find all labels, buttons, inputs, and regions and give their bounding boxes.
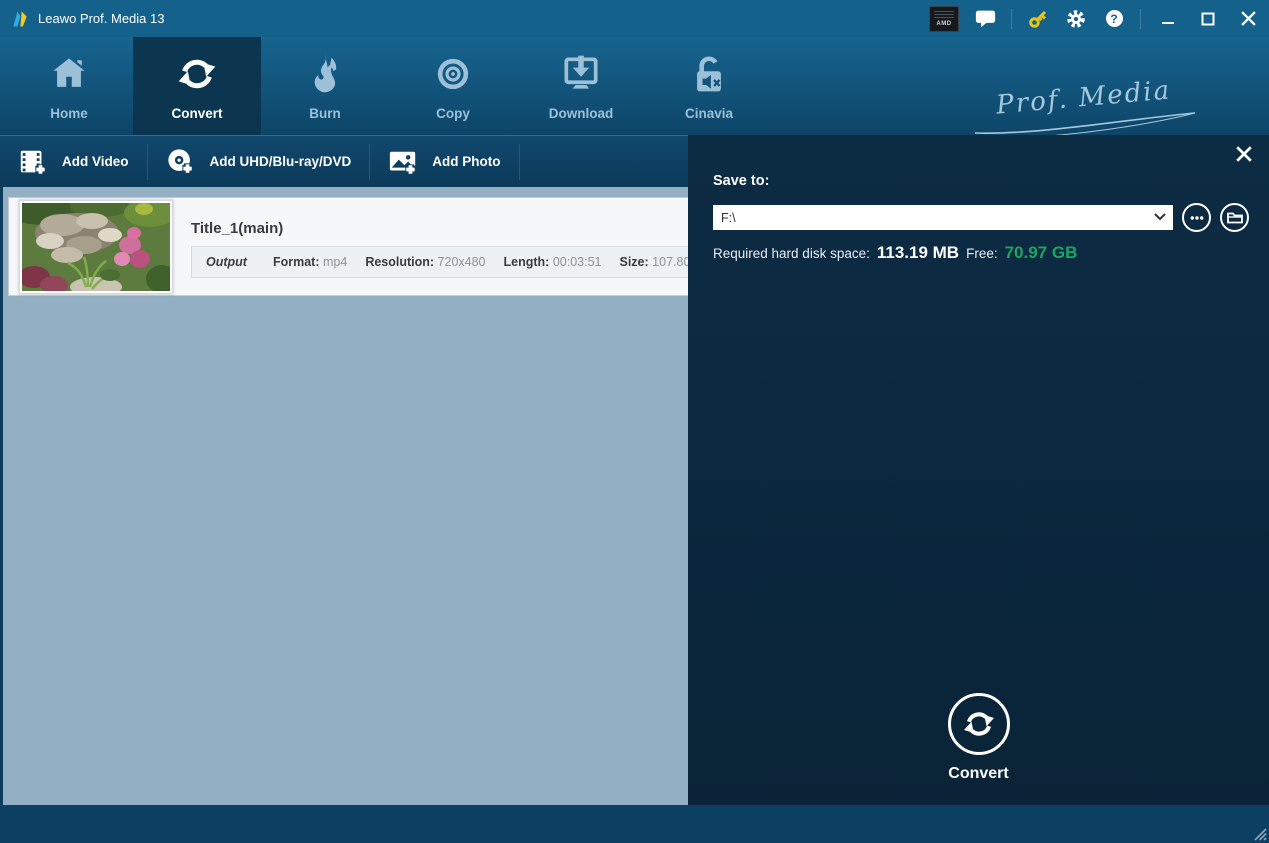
output-label: Output xyxy=(206,255,247,269)
garden-thumbnail-image xyxy=(22,203,170,291)
disk-space-info: Required hard disk space: 113.19 MB Free… xyxy=(713,243,1077,263)
length-field: Length: 00:03:51 xyxy=(504,255,602,269)
add-media-toolbar: Add Video Add UHD/Blu-ray/DVD Add Photo xyxy=(0,135,688,187)
feedback-bubble-icon[interactable] xyxy=(973,7,997,31)
toolbar-separator xyxy=(519,144,520,180)
film-strip-icon xyxy=(18,147,48,177)
panel-close-icon[interactable] xyxy=(1235,145,1255,165)
app-logo-icon xyxy=(10,9,30,29)
photo-add-icon xyxy=(388,147,418,177)
add-photo-button[interactable]: Add Photo xyxy=(370,136,518,188)
minimize-button[interactable] xyxy=(1155,7,1181,31)
tab-download[interactable]: Download xyxy=(517,37,645,135)
settings-gear-icon[interactable] xyxy=(1064,7,1088,31)
convert-button[interactable]: Convert xyxy=(688,693,1269,783)
add-uhd-bluray-dvd-button[interactable]: Add UHD/Blu-ray/DVD xyxy=(148,136,370,188)
media-list-area: Title_1(main) Output Format: mp4 Resolut… xyxy=(0,187,688,805)
amd-gpu-badge-icon: AMD xyxy=(929,6,959,32)
home-icon xyxy=(47,52,91,96)
copy-disc-icon xyxy=(431,52,475,96)
brand-signature: Prof. Media xyxy=(969,83,1199,137)
convert-circle-icon xyxy=(948,693,1010,755)
convert-sync-icon xyxy=(175,52,219,96)
titlebar-separator xyxy=(1011,9,1012,29)
save-path-dropdown[interactable]: F:\ xyxy=(713,205,1173,230)
burn-flame-icon xyxy=(303,52,347,96)
media-list-item[interactable]: Title_1(main) Output Format: mp4 Resolut… xyxy=(8,197,688,296)
format-field: Format: mp4 xyxy=(273,255,347,269)
free-space-value: 70.97 GB xyxy=(1005,243,1078,263)
download-icon xyxy=(559,52,603,96)
close-button[interactable] xyxy=(1235,7,1261,31)
tab-convert[interactable]: Convert xyxy=(133,37,261,135)
status-bar xyxy=(0,805,1269,843)
tab-home[interactable]: Home xyxy=(5,37,133,135)
browse-ellipsis-button[interactable] xyxy=(1182,203,1211,232)
resolution-field: Resolution: 720x480 xyxy=(365,255,485,269)
output-info-bar[interactable]: Output Format: mp4 Resolution: 720x480 L… xyxy=(191,246,688,278)
tab-burn[interactable]: Burn xyxy=(261,37,389,135)
open-folder-button[interactable] xyxy=(1220,203,1249,232)
resize-grip[interactable] xyxy=(1252,826,1267,841)
cinavia-unlock-mute-icon xyxy=(687,52,731,96)
help-icon[interactable]: ? xyxy=(1102,7,1126,31)
save-to-panel: Save to: F:\ Required hard di xyxy=(688,135,1269,805)
add-video-button[interactable]: Add Video xyxy=(0,136,147,188)
save-path-value: F:\ xyxy=(721,211,736,225)
app-window: Leawo Prof. Media 13 AMD xyxy=(0,0,1269,843)
title-bar: Leawo Prof. Media 13 AMD xyxy=(0,0,1269,37)
window-title: Leawo Prof. Media 13 xyxy=(38,11,164,26)
folder-icon xyxy=(1227,211,1243,224)
register-key-icon[interactable] xyxy=(1026,7,1050,31)
maximize-button[interactable] xyxy=(1195,7,1221,31)
ellipsis-icon xyxy=(1190,215,1204,221)
size-field: Size: 107.80 MB xyxy=(620,255,689,269)
tab-copy[interactable]: Copy xyxy=(389,37,517,135)
chevron-down-icon xyxy=(1154,213,1166,221)
free-space-label: Free: xyxy=(966,246,998,261)
save-to-label: Save to: xyxy=(713,173,769,189)
required-space-value: 113.19 MB xyxy=(877,243,959,263)
module-nav-bar: Home Convert Burn xyxy=(0,37,1269,135)
video-thumbnail xyxy=(19,200,173,294)
tab-cinavia[interactable]: Cinavia xyxy=(645,37,773,135)
media-title: Title_1(main) xyxy=(191,220,688,237)
convert-button-label: Convert xyxy=(948,765,1008,783)
required-space-label: Required hard disk space: xyxy=(713,246,870,261)
titlebar-separator xyxy=(1140,9,1141,29)
disc-add-icon xyxy=(166,147,196,177)
